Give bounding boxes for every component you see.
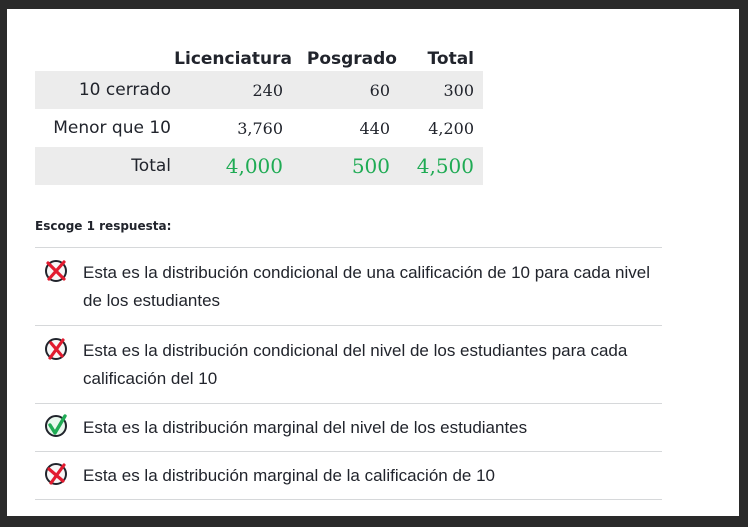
answer-choice[interactable]: Esta es la distribución marginal de la c… xyxy=(35,452,662,500)
answer-text: Esta es la distribución marginal de la c… xyxy=(83,466,496,485)
row-label: Total xyxy=(131,156,171,176)
x-mark-icon xyxy=(45,463,67,485)
table-header-row: Licenciatura Posgrado Total xyxy=(35,39,483,71)
table-total-cell: 500 xyxy=(292,147,399,185)
column-header: Posgrado xyxy=(306,49,397,69)
question-prompt: Escoge 1 respuesta: xyxy=(35,219,172,233)
answer-choice[interactable]: Esta es la distribución condicional de u… xyxy=(35,248,662,326)
exercise-panel: Licenciatura Posgrado Total 10 cerrado 2… xyxy=(7,9,739,516)
x-mark-icon xyxy=(45,260,67,282)
x-mark-icon xyxy=(45,338,67,360)
answer-text: Esta es la distribución marginal del niv… xyxy=(83,418,528,437)
table-total-cell: 4,500 xyxy=(399,147,483,185)
answer-text: Esta es la distribución condicional de u… xyxy=(83,263,651,310)
check-mark-icon xyxy=(45,414,67,437)
answer-text: Esta es la distribución condicional del … xyxy=(83,341,628,388)
table-total-row: Total 4,000 500 4,500 xyxy=(35,147,483,185)
row-label: 10 cerrado xyxy=(78,80,171,100)
table-corner xyxy=(35,39,171,71)
column-header: Total xyxy=(427,49,474,69)
table-cell: 4,200 xyxy=(428,118,474,138)
two-way-table: Licenciatura Posgrado Total 10 cerrado 2… xyxy=(35,39,483,185)
row-label: Menor que 10 xyxy=(53,118,171,138)
table-row: 10 cerrado 240 60 300 xyxy=(35,71,483,109)
table-total-cell: 4,000 xyxy=(171,147,292,185)
table-row: Menor que 10 3,760 440 4,200 xyxy=(35,109,483,147)
answer-choices: Esta es la distribución condicional de u… xyxy=(35,247,662,500)
column-header: Licenciatura xyxy=(174,49,292,69)
answer-choice[interactable]: Esta es la distribución condicional del … xyxy=(35,326,662,404)
table-cell: 3,760 xyxy=(237,118,283,138)
table-cell: 300 xyxy=(399,71,483,109)
answer-choice[interactable]: Esta es la distribución marginal del niv… xyxy=(35,404,662,452)
table-cell: 60 xyxy=(292,71,399,109)
table-cell: 240 xyxy=(171,71,292,109)
table-cell: 440 xyxy=(359,118,390,138)
